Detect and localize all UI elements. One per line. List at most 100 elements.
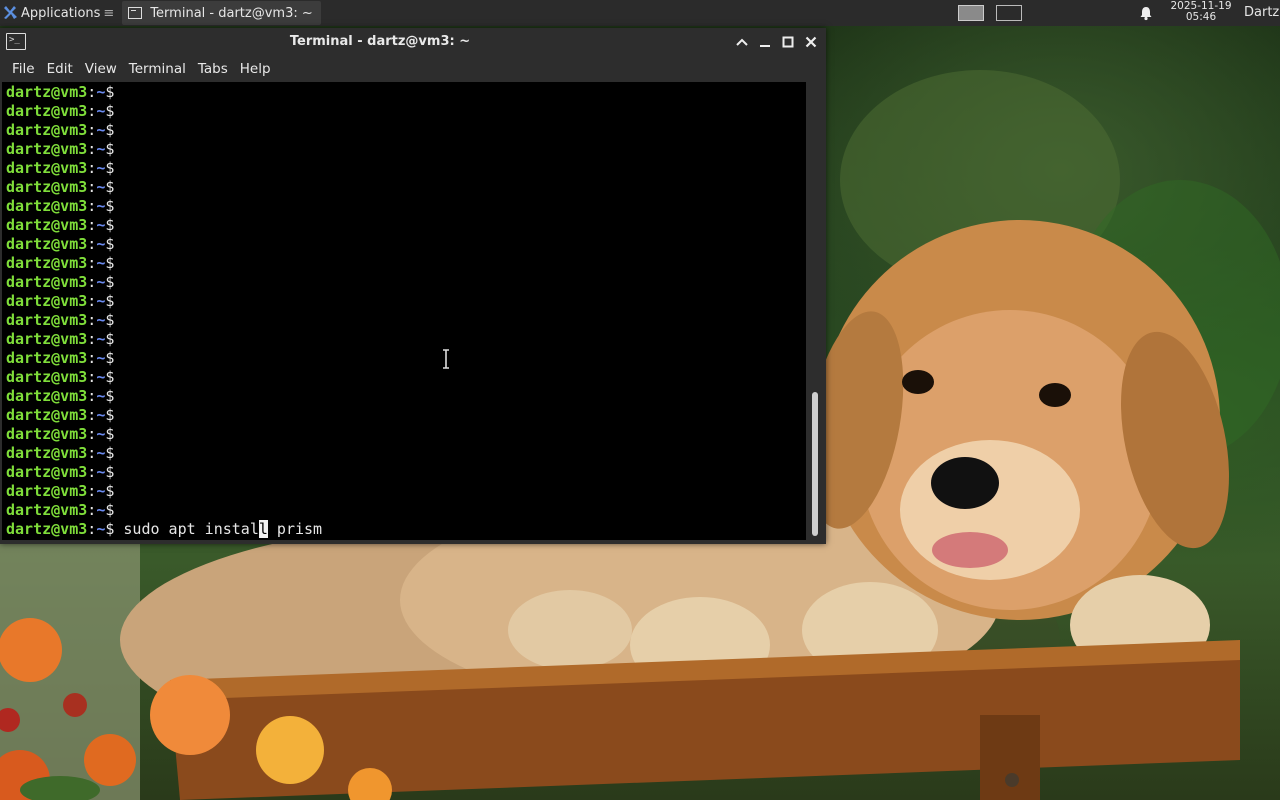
prompt-path: ~ xyxy=(96,463,106,481)
prompt-user: dartz@vm3 xyxy=(6,159,88,177)
prompt-symbol: $ xyxy=(105,102,115,120)
text-cursor-icon xyxy=(443,349,449,369)
prompt-user: dartz@vm3 xyxy=(6,121,88,139)
menu-help[interactable]: Help xyxy=(234,61,277,77)
prompt-separator: : xyxy=(87,178,97,196)
prompt-user: dartz@vm3 xyxy=(6,387,88,405)
prompt-separator: : xyxy=(87,273,97,291)
prompt-symbol: $ xyxy=(105,197,115,215)
terminal-line: dartz@vm3:~$ xyxy=(6,311,322,330)
bell-icon[interactable] xyxy=(1138,5,1154,21)
prompt-symbol: $ xyxy=(105,463,115,481)
prompt-symbol: $ xyxy=(105,216,115,234)
prompt-user: dartz@vm3 xyxy=(6,197,88,215)
terminal-line: dartz@vm3:~$ xyxy=(6,292,322,311)
prompt-symbol: $ xyxy=(105,501,115,519)
terminal-line: dartz@vm3:~$ xyxy=(6,216,322,235)
prompt-path: ~ xyxy=(96,444,106,462)
prompt-symbol: $ xyxy=(105,387,115,405)
menu-edit[interactable]: Edit xyxy=(41,61,79,77)
chevron-up-icon[interactable] xyxy=(734,34,750,50)
panel-clock[interactable]: 2025-11-19 05:46 xyxy=(1166,1,1236,23)
prompt-separator: : xyxy=(87,444,97,462)
prompt-symbol: $ xyxy=(105,273,115,291)
menu-file[interactable]: File xyxy=(6,61,41,77)
prompt-separator: : xyxy=(87,349,97,367)
prompt-path: ~ xyxy=(96,273,106,291)
prompt-user: dartz@vm3 xyxy=(6,83,88,101)
taskbar-item-terminal[interactable]: Terminal - dartz@vm3: ~ xyxy=(122,1,321,25)
prompt-symbol: $ xyxy=(105,406,115,424)
terminal-line: dartz@vm3:~$ xyxy=(6,482,322,501)
close-icon[interactable] xyxy=(803,34,819,50)
terminal-lines: dartz@vm3:~$ dartz@vm3:~$ dartz@vm3:~$ dart… xyxy=(6,83,322,539)
prompt-separator: : xyxy=(87,197,97,215)
user-menu[interactable]: Dartz xyxy=(1244,0,1279,26)
applications-menu-glyph: ≡ xyxy=(103,5,115,21)
prompt-user: dartz@vm3 xyxy=(6,178,88,196)
terminal-menubar: File Edit View Terminal Tabs Help xyxy=(0,56,826,82)
prompt-separator: : xyxy=(87,292,97,310)
prompt-separator: : xyxy=(87,102,97,120)
prompt-separator: : xyxy=(87,235,97,253)
prompt-separator: : xyxy=(87,121,97,139)
terminal-scrollbar[interactable] xyxy=(808,82,824,540)
prompt-user: dartz@vm3 xyxy=(6,482,88,500)
terminal-line: dartz@vm3:~$ xyxy=(6,140,322,159)
prompt-separator: : xyxy=(87,463,97,481)
xfce-mouse-icon xyxy=(4,6,17,19)
menu-view[interactable]: View xyxy=(79,61,123,77)
prompt-user: dartz@vm3 xyxy=(6,368,88,386)
prompt-separator: : xyxy=(87,140,97,158)
prompt-path: ~ xyxy=(96,197,106,215)
workspace-2[interactable] xyxy=(996,5,1022,21)
workspace-1[interactable] xyxy=(958,5,984,21)
minimize-icon[interactable] xyxy=(757,34,773,50)
terminal-line: dartz@vm3:~$ xyxy=(6,235,322,254)
top-panel: Applications ≡ Terminal - dartz@vm3: ~ 2… xyxy=(0,0,1280,26)
prompt-user: dartz@vm3 xyxy=(6,311,88,329)
prompt-path: ~ xyxy=(96,102,106,120)
prompt-separator: : xyxy=(87,482,97,500)
prompt-user: dartz@vm3 xyxy=(6,254,88,272)
terminal-output[interactable]: dartz@vm3:~$ dartz@vm3:~$ dartz@vm3:~$ dart… xyxy=(2,82,806,540)
prompt-symbol: $ xyxy=(105,235,115,253)
menu-terminal[interactable]: Terminal xyxy=(123,61,192,77)
prompt-symbol: $ xyxy=(105,482,115,500)
prompt-separator: : xyxy=(87,501,97,519)
prompt-path: ~ xyxy=(96,235,106,253)
prompt-separator: : xyxy=(87,159,97,177)
terminal-line: dartz@vm3:~$ xyxy=(6,501,322,520)
prompt-separator: : xyxy=(87,83,97,101)
prompt-user: dartz@vm3 xyxy=(6,235,88,253)
prompt-separator: : xyxy=(87,406,97,424)
terminal-command-line: dartz@vm3:~$ sudo apt install prism xyxy=(6,520,322,539)
terminal-line: dartz@vm3:~$ xyxy=(6,102,322,121)
prompt-path: ~ xyxy=(96,292,106,310)
prompt-symbol: $ xyxy=(105,444,115,462)
prompt-user: dartz@vm3 xyxy=(6,501,88,519)
terminal-line: dartz@vm3:~$ xyxy=(6,330,322,349)
terminal-line: dartz@vm3:~$ xyxy=(6,121,322,140)
command-text-after-cursor: prism xyxy=(267,520,323,538)
prompt-path: ~ xyxy=(96,140,106,158)
prompt-user: dartz@vm3 xyxy=(6,102,88,120)
maximize-icon[interactable] xyxy=(780,34,796,50)
prompt-separator: : xyxy=(87,216,97,234)
prompt-separator: : xyxy=(87,311,97,329)
window-titlebar[interactable]: >_ Terminal - dartz@vm3: ~ xyxy=(0,28,826,56)
terminal-line: dartz@vm3:~$ xyxy=(6,178,322,197)
prompt-symbol: $ xyxy=(105,140,115,158)
terminal-window: >_ Terminal - dartz@vm3: ~ File Edit Vie… xyxy=(0,28,826,544)
menu-tabs[interactable]: Tabs xyxy=(192,61,234,77)
prompt-path: ~ xyxy=(96,330,106,348)
prompt-symbol: $ xyxy=(105,121,115,139)
prompt-symbol: $ xyxy=(105,159,115,177)
clock-time: 05:46 xyxy=(1185,11,1217,23)
prompt-user: dartz@vm3 xyxy=(6,444,88,462)
prompt-path: ~ xyxy=(96,501,106,519)
applications-menu-button[interactable]: Applications ≡ xyxy=(0,0,118,26)
text-cursor: l xyxy=(258,520,268,538)
prompt-symbol: $ xyxy=(105,425,115,443)
scrollbar-thumb[interactable] xyxy=(812,392,818,536)
